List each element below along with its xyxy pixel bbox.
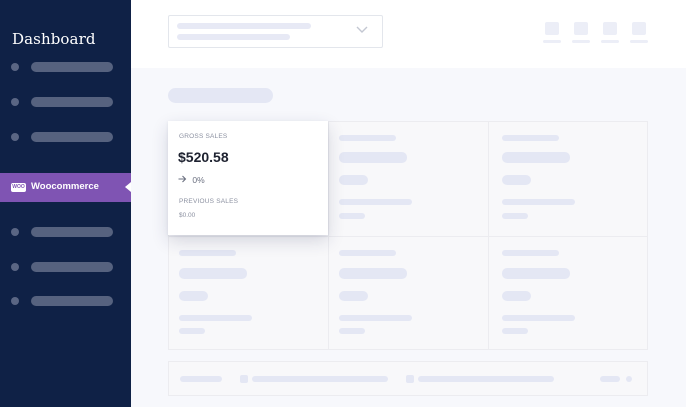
header-icon-label	[572, 40, 590, 43]
sidebar-item-placeholder	[31, 97, 113, 107]
sidebar: Dashboard WOO Woocommerce	[0, 0, 131, 407]
placeholder-line	[179, 268, 247, 279]
placeholder-line	[418, 376, 554, 382]
chevron-down-icon	[356, 26, 368, 36]
placeholder-line	[600, 376, 620, 382]
sidebar-title: Dashboard	[12, 30, 96, 48]
placeholder-line	[502, 152, 570, 163]
sidebar-item-placeholder	[31, 296, 113, 306]
sidebar-item[interactable]	[0, 260, 131, 274]
chevron-down-icon[interactable]	[626, 376, 632, 382]
sidebar-item[interactable]	[0, 294, 131, 308]
sidebar-item-placeholder	[31, 262, 113, 272]
placeholder-line	[502, 213, 528, 219]
placeholder-line	[502, 135, 559, 141]
placeholder-line	[339, 199, 412, 205]
header-icon-label	[630, 40, 648, 43]
sidebar-item-label: Woocommerce	[31, 181, 99, 192]
placeholder-line	[502, 291, 531, 301]
placeholder-line	[339, 135, 396, 141]
menu-dot-icon	[11, 63, 19, 71]
card-value: $520.58	[178, 149, 229, 165]
sidebar-item[interactable]	[0, 60, 131, 74]
placeholder-line	[502, 315, 575, 321]
placeholder-line	[502, 175, 531, 185]
woocommerce-logo-icon: WOO	[11, 183, 26, 192]
gross-sales-card[interactable]: GROSS SALES $520.58 0% PREVIOUS SALES $0…	[168, 121, 328, 235]
menu-dot-icon	[11, 98, 19, 106]
menu-dot-icon	[11, 228, 19, 236]
sidebar-item[interactable]	[0, 95, 131, 109]
header-icon[interactable]	[632, 22, 646, 35]
sidebar-item-placeholder	[31, 227, 113, 237]
page-title-placeholder	[168, 88, 273, 103]
header-icon[interactable]	[603, 22, 617, 35]
placeholder-line	[339, 268, 407, 279]
arrow-right-icon	[178, 175, 189, 185]
checkbox-icon[interactable]	[240, 375, 248, 383]
placeholder-line	[502, 328, 528, 334]
grid-divider	[169, 236, 647, 237]
header-icon[interactable]	[574, 22, 588, 35]
placeholder-line	[339, 152, 407, 163]
placeholder-line	[502, 199, 575, 205]
card-label: GROSS SALES	[179, 133, 228, 140]
select-placeholder-line	[177, 23, 311, 29]
placeholder-line	[179, 315, 252, 321]
placeholder-line	[179, 291, 208, 301]
sidebar-item[interactable]	[0, 130, 131, 144]
sidebar-item-placeholder	[31, 132, 113, 142]
placeholder-line	[179, 250, 236, 256]
placeholder-line	[339, 213, 365, 219]
placeholder-line	[502, 268, 570, 279]
placeholder-line	[180, 376, 222, 382]
sidebar-item-placeholder	[31, 62, 113, 72]
header-icon[interactable]	[545, 22, 559, 35]
main-content	[131, 68, 686, 407]
header	[131, 0, 686, 68]
placeholder-line	[339, 250, 396, 256]
placeholder-line	[252, 376, 388, 382]
sidebar-item-woocommerce[interactable]: WOO Woocommerce	[0, 173, 131, 202]
placeholder-line	[339, 175, 368, 185]
placeholder-line	[339, 315, 412, 321]
sidebar-item[interactable]	[0, 225, 131, 239]
trend-value: 0%	[192, 175, 205, 185]
placeholder-line	[339, 291, 368, 301]
placeholder-line	[179, 328, 205, 334]
menu-dot-icon	[11, 133, 19, 141]
select-placeholder-line	[177, 34, 290, 40]
leaderboard-bar	[168, 361, 648, 396]
placeholder-line	[502, 250, 559, 256]
header-icon-label	[601, 40, 619, 43]
header-icon-label	[543, 40, 561, 43]
date-range-select[interactable]	[168, 15, 383, 48]
menu-dot-icon	[11, 297, 19, 305]
checkbox-icon[interactable]	[406, 375, 414, 383]
placeholder-line	[339, 328, 365, 334]
card-trend: 0%	[178, 175, 205, 185]
previous-sales-label: PREVIOUS SALES	[179, 198, 239, 205]
previous-sales-value: $0.00	[179, 212, 196, 219]
menu-dot-icon	[11, 263, 19, 271]
